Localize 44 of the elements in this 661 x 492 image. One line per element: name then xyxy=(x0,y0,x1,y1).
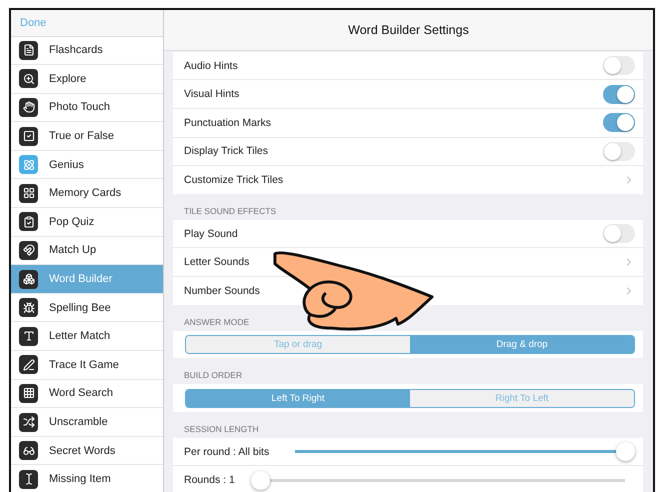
slider-thumb[interactable] xyxy=(616,442,634,462)
checkbox-icon xyxy=(19,126,38,146)
toggle-switch[interactable] xyxy=(603,142,635,161)
row-label: Rounds : 1 xyxy=(184,474,235,486)
atom-icon xyxy=(19,155,38,174)
row-label: Play Sound xyxy=(184,228,238,240)
toggle-switch[interactable] xyxy=(603,84,635,104)
section-header: ANSWER MODE xyxy=(183,316,250,329)
row-label: Display Trick Tiles xyxy=(184,145,268,158)
letter-icon xyxy=(19,326,38,346)
glasses-icon xyxy=(19,441,38,460)
shuffle-icon xyxy=(19,412,38,432)
bug-icon xyxy=(19,298,38,318)
row-label: Letter Sounds xyxy=(184,256,250,268)
pen-icon xyxy=(19,355,38,374)
text-cursor-icon xyxy=(19,470,38,489)
sidebar-item[interactable]: Photo Touch xyxy=(11,94,163,122)
toggle-switch[interactable] xyxy=(603,56,635,76)
clipboard-icon xyxy=(19,212,38,232)
sidebar-item[interactable]: Flashcards xyxy=(11,36,163,66)
row-label: Punctuation Marks xyxy=(184,116,271,129)
section-header: TILE SOUND EFFECTS xyxy=(183,204,278,218)
sidebar-item[interactable]: Word Search xyxy=(11,380,163,408)
section-header: SESSION LENGTH xyxy=(183,422,260,436)
section-header: BUILD ORDER xyxy=(183,369,244,382)
magnet-icon xyxy=(19,240,38,260)
row-label: Customize Trick Tiles xyxy=(184,174,284,186)
row-label: Per round : All bits xyxy=(184,446,270,458)
toggle-switch[interactable] xyxy=(603,224,635,244)
row-label: Number Sounds xyxy=(184,284,260,297)
blocks-icon xyxy=(19,270,38,289)
toggle-switch[interactable] xyxy=(603,113,635,132)
settings-row[interactable]: Customize Trick Tiles xyxy=(173,166,643,194)
sidebar-item[interactable]: Match Up xyxy=(11,236,163,266)
page-title: Word Builder Settings xyxy=(348,23,469,37)
settings-row[interactable]: Number Sounds xyxy=(173,277,643,305)
row-label: Visual Hints xyxy=(184,88,240,100)
row-label: Audio Hints xyxy=(184,60,238,72)
document-icon xyxy=(19,40,38,60)
magnifier-icon xyxy=(19,69,38,88)
slider-thumb[interactable] xyxy=(251,470,270,490)
grid-icon xyxy=(19,184,38,203)
hand-icon xyxy=(19,98,38,117)
grid-icon xyxy=(19,384,38,403)
